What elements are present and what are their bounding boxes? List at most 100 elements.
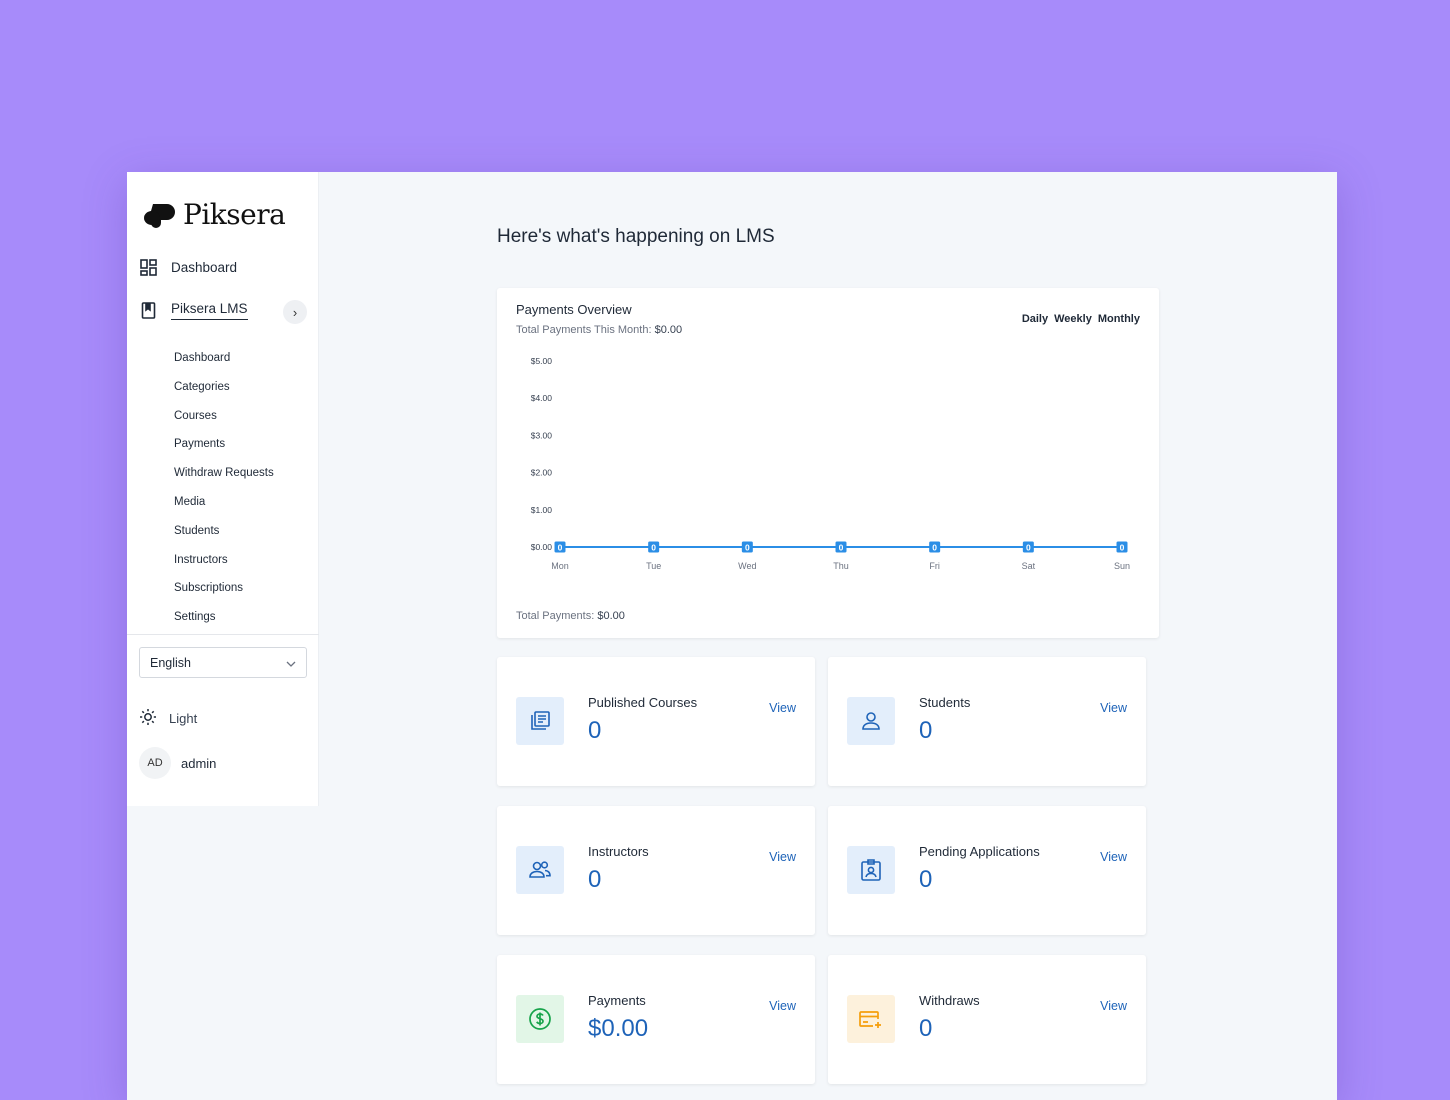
sidebar-item-lms[interactable]: Piksera LMS (139, 301, 248, 320)
data-point: 0 (929, 541, 941, 553)
stat-card-pending-applications: Pending Applications 0 View (828, 806, 1146, 935)
footer-label: Total Payments: (516, 610, 595, 622)
stat-value: 0 (588, 866, 602, 893)
x-tick-label: Mon (551, 561, 569, 571)
dollar-icon (516, 995, 564, 1043)
data-label: 0 (651, 543, 656, 553)
subtitle-value: $0.00 (654, 324, 683, 336)
logo-mark-icon (143, 201, 177, 229)
tab-daily[interactable]: Daily (1022, 313, 1048, 325)
data-point: 0 (1116, 541, 1128, 553)
submenu-item-withdraw-requests[interactable]: Withdraw Requests (174, 459, 274, 488)
stat-label: Instructors (588, 844, 649, 859)
data-point: 0 (1022, 541, 1034, 553)
view-link[interactable]: View (769, 850, 796, 864)
view-link[interactable]: View (1100, 850, 1127, 864)
sidebar: Piksera Dashboard Piksera LMS › Dashboar… (127, 172, 319, 806)
sidebar-divider (127, 634, 319, 635)
payments-line-chart: $0.00 $1.00 $2.00 $3.00 $4.00 $5.00 0 Mon 0 Tue 0 W… (531, 356, 1130, 571)
logo[interactable]: Piksera (143, 198, 286, 231)
tab-weekly[interactable]: Weekly (1054, 313, 1092, 325)
y-tick-label: $2.00 (531, 468, 553, 478)
submenu-item-courses[interactable]: Courses (174, 402, 274, 431)
stat-value: 0 (919, 1015, 933, 1042)
x-tick-label: Tue (646, 561, 661, 571)
book-icon (139, 302, 157, 320)
data-point: 0 (648, 541, 660, 553)
data-label: 0 (932, 543, 937, 553)
data-point: 0 (741, 541, 753, 553)
footer-value: $0.00 (597, 610, 625, 622)
payments-overview-card: Payments Overview Total Payments This Mo… (497, 288, 1159, 638)
view-link[interactable]: View (769, 701, 796, 715)
language-select[interactable]: English (139, 647, 307, 678)
data-label: 0 (1120, 543, 1125, 553)
data-point: 0 (835, 541, 847, 553)
language-value: English (150, 655, 191, 670)
courses-icon (516, 697, 564, 745)
chart-footer: Total Payments: $0.00 (516, 610, 625, 622)
y-tick-label: $5.00 (531, 356, 553, 366)
y-tick-label: $3.00 (531, 430, 553, 440)
submenu-item-media[interactable]: Media (174, 488, 274, 517)
instructors-icon (516, 846, 564, 894)
theme-label: Light (169, 711, 198, 726)
sidebar-item-dashboard[interactable]: Dashboard (139, 258, 237, 276)
stat-value: 0 (588, 717, 602, 744)
subtitle-label: Total Payments This Month: (516, 324, 652, 336)
stat-card-students: Students 0 View (828, 657, 1146, 786)
view-link[interactable]: View (1100, 999, 1127, 1013)
chevron-down-icon (286, 656, 296, 670)
x-tick-label: Thu (833, 561, 849, 571)
x-tick-label: Sat (1022, 561, 1036, 571)
data-label: 0 (558, 543, 563, 553)
stat-value: 0 (919, 717, 933, 744)
user-menu[interactable]: AD admin (139, 747, 216, 779)
page-title: Here's what's happening on LMS (497, 226, 775, 247)
submenu-item-categories[interactable]: Categories (174, 373, 274, 402)
theme-toggle[interactable]: Light (139, 708, 197, 729)
sun-icon (139, 708, 157, 729)
tab-monthly[interactable]: Monthly (1098, 313, 1140, 325)
chart-title: Payments Overview (516, 302, 632, 317)
stat-value: 0 (919, 866, 933, 893)
brand-name: Piksera (183, 198, 286, 231)
stat-label: Payments (588, 993, 646, 1008)
submenu-item-instructors[interactable]: Instructors (174, 546, 274, 575)
application-icon (847, 846, 895, 894)
dashboard-grid-icon (139, 258, 157, 276)
x-tick-label: Wed (738, 561, 756, 571)
y-tick-label: $4.00 (531, 393, 553, 403)
card-icon (847, 995, 895, 1043)
stat-card-instructors: Instructors 0 View (497, 806, 815, 935)
submenu-item-dashboard[interactable]: Dashboard (174, 344, 274, 373)
submenu-item-students[interactable]: Students (174, 517, 274, 546)
submenu-item-subscriptions[interactable]: Subscriptions (174, 574, 274, 603)
data-label: 0 (745, 543, 750, 553)
stat-label: Pending Applications (919, 844, 1040, 859)
x-tick-label: Fri (929, 561, 940, 571)
lms-submenu: Dashboard Categories Courses Payments Wi… (174, 344, 274, 632)
view-link[interactable]: View (769, 999, 796, 1013)
x-tick-label: Sun (1114, 561, 1130, 571)
stat-card-withdraws: Withdraws 0 View (828, 955, 1146, 1084)
submenu-item-payments[interactable]: Payments (174, 430, 274, 459)
chart-subtitle: Total Payments This Month: $0.00 (516, 324, 682, 336)
stat-card-payments: Payments $0.00 View (497, 955, 815, 1084)
collapse-toggle-button[interactable]: › (283, 300, 307, 324)
stat-label: Students (919, 695, 971, 710)
data-point: 0 (554, 541, 566, 553)
y-tick-label: $0.00 (531, 542, 553, 552)
chevron-right-icon: › (292, 304, 298, 320)
user-name: admin (181, 755, 217, 771)
student-icon (847, 697, 895, 745)
stat-card-published-courses: Published Courses 0 View (497, 657, 815, 786)
stat-label: Withdraws (919, 993, 980, 1008)
range-tabs: Daily Weekly Monthly (1022, 313, 1140, 325)
app-window: Piksera Dashboard Piksera LMS › Dashboar… (127, 172, 1337, 1100)
stat-value: $0.00 (588, 1015, 649, 1042)
view-link[interactable]: View (1100, 701, 1127, 715)
sidebar-item-label: Dashboard (171, 259, 238, 275)
submenu-item-settings[interactable]: Settings (174, 603, 274, 632)
stat-label: Published Courses (588, 695, 698, 710)
